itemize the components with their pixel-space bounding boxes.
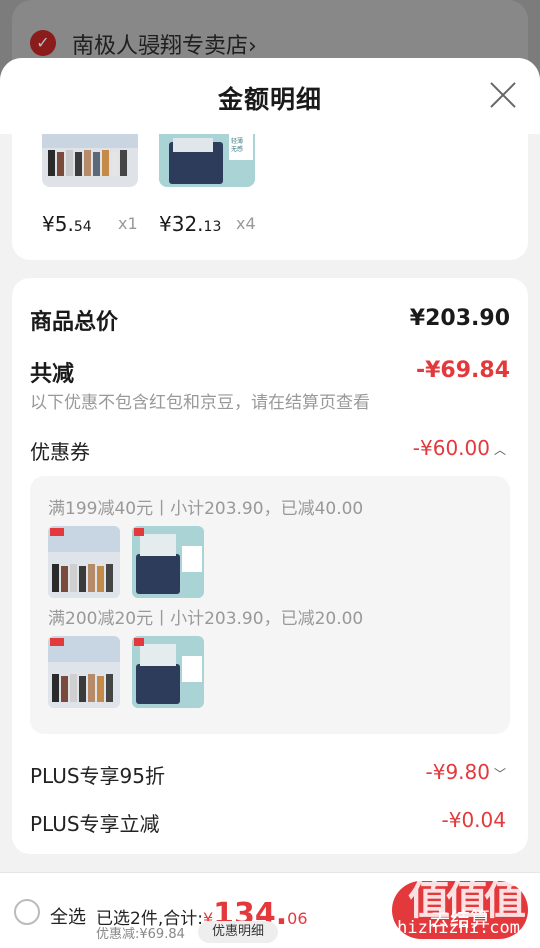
coupon-label: 优惠券: [30, 440, 90, 464]
sheet-title: 金额明细: [217, 85, 322, 114]
product-price: ¥32.13: [159, 212, 222, 236]
coupon-product-thumbnail: [48, 636, 120, 708]
svg-text:无感: 无感: [231, 145, 243, 153]
product-quantity: x4: [236, 214, 256, 233]
discount-note: 以下优惠不包含红包和京豆，请在结算页查看: [30, 393, 370, 413]
watermark-url: zhizhizhi.com: [386, 918, 520, 938]
total-price-label: 商品总价: [30, 310, 119, 335]
total-price-value: ¥203.90: [409, 306, 510, 331]
coupon-item-text: 满199减40元丨小计203.90，已减40.00: [48, 499, 364, 519]
select-all-label[interactable]: 全选: [50, 903, 86, 929]
amount-detail-sheet: 金额明细 轻薄 无感 ¥5.54 x1 ¥32.13 x4 商品总价 ¥203.…: [0, 58, 540, 948]
total-discount-label: 共减: [30, 362, 75, 387]
discount-detail-button[interactable]: 优惠明细: [198, 921, 278, 943]
plus-discount-label: PLUS专享95折: [30, 764, 165, 788]
coupon-product-thumbnail: [48, 526, 120, 598]
plus-discount-value[interactable]: -¥9.80 ﹀: [426, 760, 507, 784]
close-icon[interactable]: [488, 80, 518, 110]
products-card: 轻薄 无感 ¥5.54 x1 ¥32.13 x4: [12, 134, 528, 260]
amount-detail-card: 商品总价 ¥203.90 共减 -¥69.84 以下优惠不包含红包和京豆，请在结…: [12, 278, 528, 854]
plus-instant-label: PLUS专享立减: [30, 812, 160, 836]
product-price: ¥5.54: [42, 212, 92, 236]
select-all-radio[interactable]: [14, 899, 40, 925]
sheet-header: 金额明细: [0, 58, 540, 134]
coupon-list: 满199减40元丨小计203.90，已减40.00 满200减20元丨小计203…: [30, 476, 510, 734]
product-thumbnail[interactable]: 轻薄 无感: [159, 134, 255, 187]
store-check-icon: ✓: [30, 30, 56, 56]
saved-amount: 优惠减:¥69.84: [96, 927, 185, 942]
plus-instant-value: -¥0.04: [441, 808, 506, 832]
store-name: 南极人骎翔专卖店›: [72, 34, 257, 59]
chevron-up-icon[interactable]: ︿: [494, 441, 506, 458]
svg-text:轻薄: 轻薄: [231, 137, 243, 145]
total-discount-value: -¥69.84: [415, 358, 510, 383]
watermark: 值值值 zhizhizhi.com: [387, 866, 528, 938]
coupon-product-thumbnail: [132, 526, 204, 598]
coupon-value[interactable]: -¥60.00 ︿: [413, 436, 506, 460]
product-quantity: x1: [118, 214, 138, 233]
coupon-item-text: 满200减20元丨小计203.90，已减20.00: [48, 609, 364, 629]
chevron-down-icon[interactable]: ﹀: [494, 765, 506, 782]
product-thumbnail[interactable]: [42, 134, 138, 187]
coupon-product-thumbnail: [132, 636, 204, 708]
